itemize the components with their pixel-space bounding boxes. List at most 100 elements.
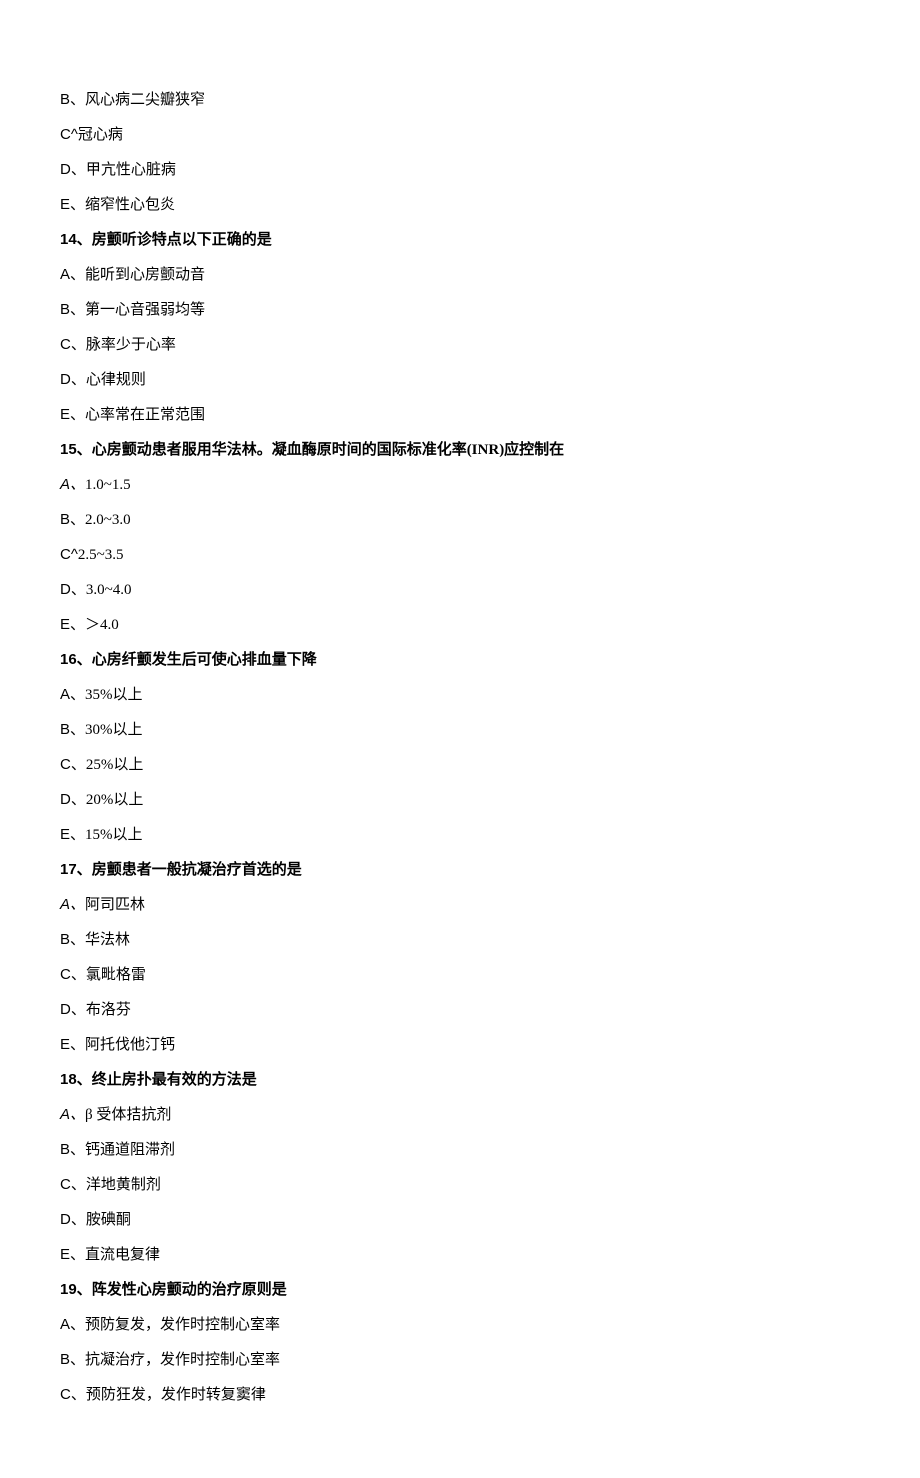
answer-option: C、洋地黄制剂 — [60, 1173, 860, 1197]
question-text: 心房颤动患者服用华法林。凝血酶原时间的国际标准化率(INR)应控制在 — [92, 442, 565, 458]
answer-option: D、胺碘酮 — [60, 1208, 860, 1232]
question-stem: 14、房颤听诊特点以下正确的是 — [60, 228, 860, 252]
question-text: 房颤听诊特点以下正确的是 — [92, 232, 272, 248]
answer-option: E、15%以上 — [60, 823, 860, 847]
answer-option: C、氯毗格雷 — [60, 963, 860, 987]
option-text: 15%以上 — [85, 827, 143, 843]
option-letter: D、 — [60, 791, 86, 808]
question-number: 15、 — [60, 441, 92, 458]
option-text: 胺碘酮 — [86, 1212, 131, 1228]
option-text: 能听到心房颤动音 — [85, 267, 205, 283]
option-text: 预防复发，发作时控制心室率 — [85, 1317, 280, 1333]
option-text: 心律规则 — [86, 372, 146, 388]
answer-option: E、阿托伐他汀钙 — [60, 1033, 860, 1057]
question-stem: 15、心房颤动患者服用华法林。凝血酶原时间的国际标准化率(INR)应控制在 — [60, 438, 860, 462]
answer-option: D、20%以上 — [60, 788, 860, 812]
option-text: β 受体拮抗剂 — [85, 1107, 171, 1123]
answer-option: C、预防狂发，发作时转复窦律 — [60, 1383, 860, 1407]
option-text: 第一心音强弱均等 — [85, 302, 205, 318]
answer-option: D、3.0~4.0 — [60, 578, 860, 602]
answer-option: E、缩窄性心包炎 — [60, 193, 860, 217]
answer-option: E、＞4.0 — [60, 613, 860, 637]
option-letter: C、 — [60, 1176, 86, 1193]
option-text: 布洛芬 — [86, 1002, 131, 1018]
question-text: 房颤患者一般抗凝治疗首选的是 — [92, 862, 302, 878]
option-letter: B、 — [60, 91, 85, 108]
question-stem: 16、心房纤颤发生后可使心排血量下降 — [60, 648, 860, 672]
option-text: 心率常在正常范围 — [85, 407, 205, 423]
option-text: 30%以上 — [85, 722, 143, 738]
question-number: 17、 — [60, 861, 92, 878]
question-stem: 18、终止房扑最有效的方法是 — [60, 1068, 860, 1092]
option-letter: E、 — [60, 1036, 85, 1053]
option-letter: B、 — [60, 511, 85, 528]
option-letter: A、 — [60, 266, 85, 283]
option-text: 1.0~1.5 — [85, 477, 131, 493]
answer-option: A、阿司匹林 — [60, 893, 860, 917]
option-text: 冠心病 — [78, 127, 123, 143]
answer-option: B、抗凝治疗，发作时控制心室率 — [60, 1348, 860, 1372]
option-letter: B、 — [60, 1141, 85, 1158]
option-letter: C、 — [60, 336, 86, 353]
option-text: 缩窄性心包炎 — [85, 197, 175, 213]
option-text: ＞4.0 — [85, 617, 119, 633]
option-text: 2.0~3.0 — [85, 512, 131, 528]
option-letter: C、 — [60, 1386, 86, 1403]
option-text: 2.5~3.5 — [78, 547, 124, 563]
question-text: 终止房扑最有效的方法是 — [92, 1072, 257, 1088]
answer-option: E、直流电复律 — [60, 1243, 860, 1267]
option-letter: E、 — [60, 406, 85, 423]
answer-option: A、预防复发，发作时控制心室率 — [60, 1313, 860, 1337]
option-letter: C^ — [60, 546, 78, 563]
answer-option: A、能听到心房颤动音 — [60, 263, 860, 287]
option-text: 抗凝治疗，发作时控制心室率 — [85, 1352, 280, 1368]
option-letter: D、 — [60, 581, 86, 598]
answer-option: B、风心病二尖瓣狭窄 — [60, 88, 860, 112]
question-stem: 19、阵发性心房颤动的治疗原则是 — [60, 1278, 860, 1302]
option-letter: E、 — [60, 1246, 85, 1263]
option-letter: C、 — [60, 756, 86, 773]
option-letter: B、 — [60, 931, 85, 948]
question-number: 18、 — [60, 1071, 92, 1088]
option-letter: B、 — [60, 301, 85, 318]
option-letter: E、 — [60, 826, 85, 843]
question-number: 14、 — [60, 231, 92, 248]
answer-option: C^2.5~3.5 — [60, 543, 860, 567]
option-text: 脉率少于心率 — [86, 337, 176, 353]
option-text: 阿司匹林 — [85, 897, 145, 913]
option-letter: E、 — [60, 196, 85, 213]
answer-option: D、甲亢性心脏病 — [60, 158, 860, 182]
answer-option: D、布洛芬 — [60, 998, 860, 1022]
option-text: 阿托伐他汀钙 — [85, 1037, 175, 1053]
option-letter: D、 — [60, 161, 86, 178]
option-letter: D、 — [60, 371, 86, 388]
answer-option: B、华法林 — [60, 928, 860, 952]
option-letter: E、 — [60, 616, 85, 633]
answer-option: E、心率常在正常范围 — [60, 403, 860, 427]
answer-option: A、35%以上 — [60, 683, 860, 707]
option-text: 20%以上 — [86, 792, 144, 808]
option-text: 直流电复律 — [85, 1247, 160, 1263]
answer-option: B、30%以上 — [60, 718, 860, 742]
answer-option: B、2.0~3.0 — [60, 508, 860, 532]
option-text: 华法林 — [85, 932, 130, 948]
answer-option: C^冠心病 — [60, 123, 860, 147]
question-number: 19、 — [60, 1281, 92, 1298]
answer-option: A、β 受体拮抗剂 — [60, 1103, 860, 1127]
option-text: 钙通道阻滞剂 — [85, 1142, 175, 1158]
answer-option: B、钙通道阻滞剂 — [60, 1138, 860, 1162]
answer-option: B、第一心音强弱均等 — [60, 298, 860, 322]
question-text: 心房纤颤发生后可使心排血量下降 — [92, 652, 317, 668]
question-number: 16、 — [60, 651, 92, 668]
question-text: 阵发性心房颤动的治疗原则是 — [92, 1282, 287, 1298]
answer-option: D、心律规则 — [60, 368, 860, 392]
option-letter: A、 — [60, 686, 85, 703]
document-body: B、风心病二尖瓣狭窄C^冠心病D、甲亢性心脏病E、缩窄性心包炎14、房颤听诊特点… — [60, 88, 860, 1407]
answer-option: C、25%以上 — [60, 753, 860, 777]
answer-option: A、1.0~1.5 — [60, 473, 860, 497]
option-letter: A、 — [60, 1316, 85, 1333]
option-letter: D、 — [60, 1211, 86, 1228]
option-letter: A、 — [60, 896, 85, 913]
option-letter: A、 — [60, 476, 85, 493]
option-text: 25%以上 — [86, 757, 144, 773]
